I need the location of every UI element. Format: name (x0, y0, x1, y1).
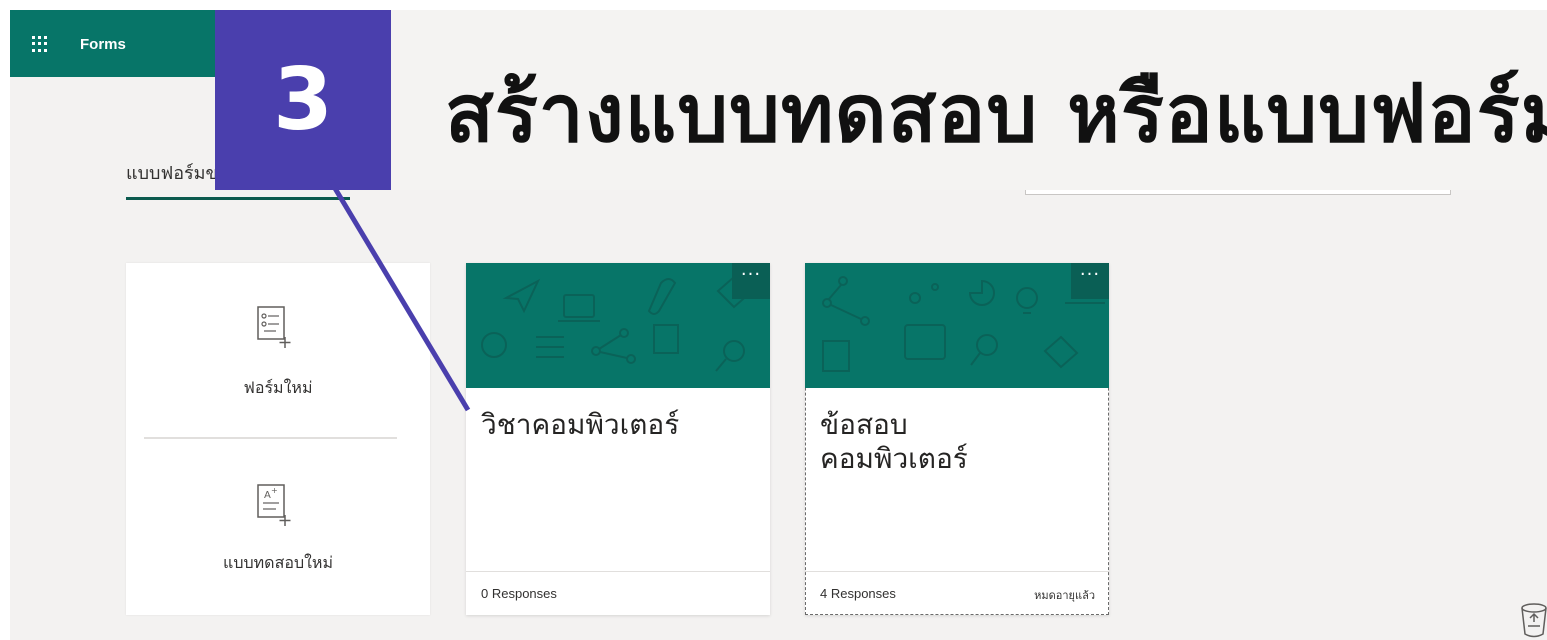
new-quiz-button[interactable]: A + แบบทดสอบใหม่ (126, 441, 430, 611)
svg-text:A: A (264, 490, 271, 501)
status-badge: หมดอายุแล้ว (1034, 589, 1095, 602)
divider (144, 437, 397, 439)
card-pattern-icons (481, 275, 752, 372)
new-item-panel: ฟอร์มใหม่ A + แบบทดสอบใหม่ (126, 263, 430, 615)
tab-active-underline (126, 197, 350, 200)
new-form-button[interactable]: ฟอร์มใหม่ (126, 263, 430, 433)
new-form-label: ฟอร์มใหม่ (243, 378, 313, 397)
new-form-icon (257, 306, 291, 348)
svg-text:+: + (271, 486, 278, 495)
response-count: 4 Responses (820, 586, 896, 601)
card-title: วิชาคอมพิวเตอร์ (481, 408, 680, 441)
form-card[interactable]: ··· ข้อสอบ คอมพิวเตอร์ 4 Responses หมดอา… (805, 263, 1109, 615)
new-quiz-icon: A + (257, 484, 291, 526)
callout-title: สร้างแบบทดสอบ หรือแบบฟอร์ม (445, 67, 1547, 160)
step-number-badge: 3 (215, 10, 391, 190)
response-count: 0 Responses (481, 586, 557, 601)
card-header-pattern: ··· (466, 263, 770, 388)
card-title: ข้อสอบ คอมพิวเตอร์ (820, 408, 968, 475)
card-footer: 0 Responses (466, 571, 770, 616)
waffle-icon[interactable] (32, 36, 48, 52)
recycle-bin-icon[interactable] (1518, 600, 1547, 640)
more-options-button[interactable]: ··· (732, 263, 770, 299)
callout-banner: สร้างแบบทดสอบ หรือแบบฟอร์ม (391, 10, 1547, 190)
form-card[interactable]: ··· วิชาคอมพิวเตอร์ 0 Responses (466, 263, 770, 615)
card-footer: 4 Responses หมดอายุแล้ว (805, 571, 1109, 616)
app-name[interactable]: Forms (80, 36, 126, 53)
more-options-button[interactable]: ··· (1071, 263, 1109, 299)
card-pattern-icons (822, 276, 1105, 372)
new-quiz-label: แบบทดสอบใหม่ (223, 553, 333, 572)
card-header-pattern: ··· (805, 263, 1109, 388)
